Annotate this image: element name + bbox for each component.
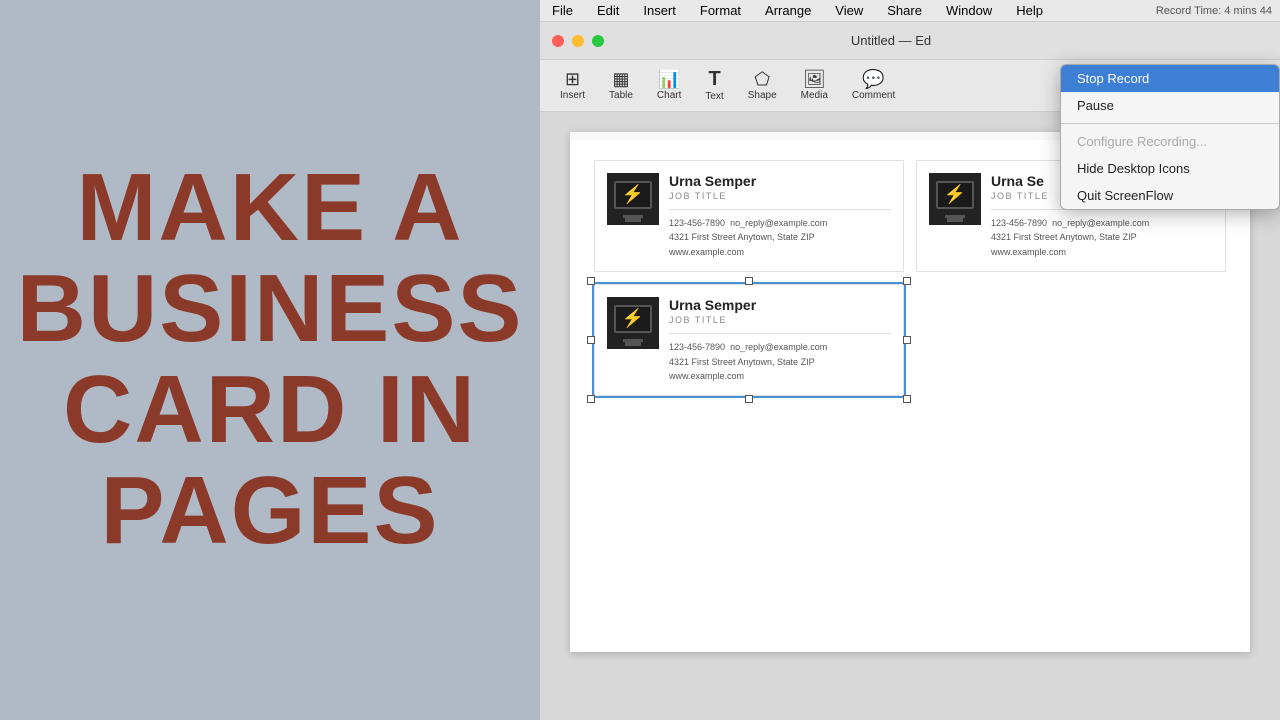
comment-label: Comment [852, 90, 895, 101]
card-contact-1: 123-456-7890 no_reply@example.com 4321 F… [669, 216, 891, 259]
titlebar: Untitled — Ed Stop Record Pause Configur… [540, 22, 1280, 60]
title-line3: CARD IN [63, 356, 477, 463]
table-button[interactable]: ▦ Table [601, 66, 641, 105]
card-divider-1 [669, 209, 891, 210]
menu-file[interactable]: File [548, 3, 577, 18]
card-info-1: Urna Semper JOB TITLE 123-456-7890 no_re… [669, 173, 891, 259]
handle-tc[interactable] [745, 277, 753, 285]
monitor-screen-3: ⚡ [614, 305, 652, 333]
card-name-1: Urna Semper [669, 173, 891, 189]
insert-label: Insert [560, 90, 585, 101]
card-contact-2: 123-456-7890 no_reply@example.com 4321 F… [991, 216, 1213, 259]
card-icon-2: ⚡ [929, 173, 981, 225]
lightning-icon-3: ⚡ [622, 308, 644, 329]
configure-recording-item: Configure Recording... [1061, 128, 1279, 155]
card-job-3: JOB TITLE [669, 315, 891, 325]
card-name-3: Urna Semper [669, 297, 891, 313]
close-button[interactable] [552, 35, 564, 47]
menu-help[interactable]: Help [1012, 3, 1047, 18]
card-job-1: JOB TITLE [669, 191, 891, 201]
title-line1: MAKE A [76, 154, 463, 261]
monitor-stand-2 [947, 217, 963, 222]
menubar: File Edit Insert Format Arrange View Sha… [540, 0, 1280, 22]
card-divider-3 [669, 333, 891, 334]
chart-label: Chart [657, 90, 681, 101]
monitor-screen-2: ⚡ [936, 181, 974, 209]
handle-br[interactable] [903, 395, 911, 403]
table-icon: ▦ [612, 70, 629, 88]
menu-format[interactable]: Format [696, 3, 745, 18]
document-title: Untitled — Ed [604, 33, 1178, 48]
title-line4: PAGES [101, 457, 440, 564]
comment-icon: 💬 [862, 70, 884, 88]
insert-icon: ⊞ [565, 70, 580, 88]
hide-desktop-icons-item[interactable]: Hide Desktop Icons [1061, 155, 1279, 182]
menu-window[interactable]: Window [942, 3, 996, 18]
menu-share[interactable]: Share [883, 3, 926, 18]
document-page: ⚡ Urna Semper JOB TITLE 123-456-7890 no_… [570, 132, 1250, 652]
insert-button[interactable]: ⊞ Insert [552, 66, 593, 105]
handle-bl[interactable] [587, 395, 595, 403]
card-contact-3: 123-456-7890 no_reply@example.com 4321 F… [669, 340, 891, 383]
maximize-button[interactable] [592, 35, 604, 47]
table-label: Table [609, 90, 633, 101]
media-label: Media [801, 90, 828, 101]
card-info-3: Urna Semper JOB TITLE 123-456-7890 no_re… [669, 297, 891, 383]
shape-icon: ⬠ [754, 70, 770, 88]
menu-insert[interactable]: Insert [639, 3, 680, 18]
comment-button[interactable]: 💬 Comment [844, 66, 903, 105]
business-card-1[interactable]: ⚡ Urna Semper JOB TITLE 123-456-7890 no_… [594, 160, 904, 272]
chart-icon: 📊 [658, 70, 680, 88]
lightning-icon: ⚡ [622, 184, 644, 205]
left-panel: MAKE A BUSINESS CARD IN PAGES [0, 0, 540, 720]
monitor-screen: ⚡ [614, 181, 652, 209]
monitor-stand [625, 217, 641, 222]
tutorial-title: MAKE A BUSINESS CARD IN PAGES [17, 158, 524, 561]
stop-record-item[interactable]: Stop Record [1061, 65, 1279, 92]
handle-tr[interactable] [903, 277, 911, 285]
shape-label: Shape [748, 90, 777, 101]
pause-item[interactable]: Pause [1061, 92, 1279, 119]
handle-tl[interactable] [587, 277, 595, 285]
business-card-3[interactable]: ⚡ Urna Semper JOB TITLE 123-456-7890 no_… [594, 284, 904, 396]
menu-view[interactable]: View [831, 3, 867, 18]
pages-app: File Edit Insert Format Arrange View Sha… [540, 0, 1280, 720]
menu-arrange[interactable]: Arrange [761, 3, 815, 18]
title-line2: BUSINESS [17, 255, 524, 362]
lightning-icon-2: ⚡ [944, 184, 966, 205]
shape-button[interactable]: ⬠ Shape [740, 66, 785, 105]
text-icon: T [708, 69, 720, 89]
handle-ml[interactable] [587, 336, 595, 344]
text-button[interactable]: T Text [697, 65, 731, 106]
handle-mr[interactable] [903, 336, 911, 344]
chart-button[interactable]: 📊 Chart [649, 66, 689, 105]
quit-screenflow-item[interactable]: Quit ScreenFlow [1061, 182, 1279, 209]
minimize-button[interactable] [572, 35, 584, 47]
menu-edit[interactable]: Edit [593, 3, 623, 18]
menu-separator [1061, 123, 1279, 124]
handle-bc[interactable] [745, 395, 753, 403]
card-icon-1: ⚡ [607, 173, 659, 225]
media-button[interactable]: 🖼 Media [793, 66, 836, 105]
screenflow-dropdown: Stop Record Pause Configure Recording...… [1060, 64, 1280, 210]
card-icon-3: ⚡ [607, 297, 659, 349]
record-time: Record Time: 4 mins 44 [1156, 5, 1272, 17]
media-icon: 🖼 [803, 70, 826, 88]
text-label: Text [705, 91, 723, 102]
monitor-stand-3 [625, 341, 641, 346]
